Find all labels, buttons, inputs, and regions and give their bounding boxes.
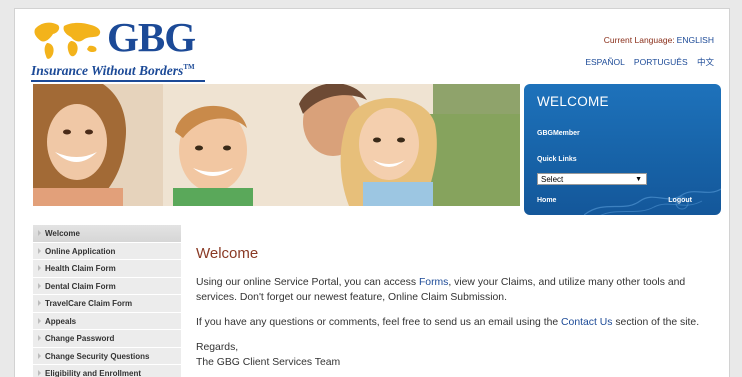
contact-us-link[interactable]: Contact Us (561, 317, 612, 328)
language-link-espanol[interactable]: ESPAÑOL (585, 57, 624, 67)
forms-link[interactable]: Forms (419, 277, 448, 288)
welcome-panel: WELCOME GBGMember Quick Links Select ▼ H… (524, 84, 721, 215)
sidebar-item-welcome[interactable]: Welcome (33, 225, 181, 243)
home-link[interactable]: Home (537, 197, 556, 204)
language-link-portugues[interactable]: PORTUGUÊS (634, 57, 688, 67)
signoff: Regards, The GBG Client Services Team (196, 340, 716, 370)
current-language-label: Current Language: (603, 35, 675, 45)
brand-tagline: Insurance Without BordersTM (31, 63, 205, 82)
language-link-chinese[interactable]: 中文 (697, 57, 714, 67)
page-title: Welcome (196, 245, 259, 262)
sidebar-item-health-claim-form[interactable]: Health Claim Form (33, 260, 181, 278)
regards-text: Regards, (196, 342, 239, 353)
current-language: Current Language: ENGLISH (604, 35, 714, 45)
quick-links-select[interactable]: Select ▼ (537, 173, 647, 185)
signature-text: The GBG Client Services Team (196, 357, 341, 368)
header: GBG Insurance Without BordersTM Current … (15, 9, 729, 85)
sidebar-item-dental-claim-form[interactable]: Dental Claim Form (33, 277, 181, 295)
language-links: ESPAÑOL PORTUGUÊS 中文 (578, 56, 714, 68)
tagline-text: Insurance Without Borders (31, 63, 184, 78)
sidebar-item-change-password[interactable]: Change Password (33, 330, 181, 348)
sidebar-item-online-application[interactable]: Online Application (33, 242, 181, 260)
quick-links-select-value: Select (541, 175, 564, 184)
contact-paragraph: If you have any questions or comments, f… (196, 315, 716, 330)
page-frame: GBG Insurance Without BordersTM Current … (14, 8, 730, 377)
intro-text-start: Using our online Service Portal, you can… (196, 277, 419, 288)
sidebar-nav: Welcome Online Application Health Claim … (33, 225, 181, 377)
contact-text-end: section of the site. (612, 317, 700, 328)
gbg-logo[interactable]: GBG Insurance Without BordersTM (31, 14, 205, 82)
contact-text-start: If you have any questions or comments, f… (196, 317, 562, 328)
sidebar-item-eligibility-enrollment[interactable]: Eligibility and Enrollment (33, 365, 181, 377)
intro-paragraph: Using our online Service Portal, you can… (196, 275, 716, 305)
sidebar-item-travelcare-claim-form[interactable]: TravelCare Claim Form (33, 295, 181, 313)
quick-links-label: Quick Links (537, 156, 577, 163)
sidebar-item-appeals[interactable]: Appeals (33, 312, 181, 330)
trademark-mark: TM (183, 63, 195, 71)
logout-link[interactable]: Logout (668, 197, 692, 204)
hero-family-photo (33, 84, 520, 206)
main-content: Welcome Using our online Service Portal,… (196, 245, 716, 370)
member-username: GBGMember (537, 130, 580, 137)
dropdown-arrow-icon: ▼ (635, 176, 642, 183)
brand-name: GBG (107, 14, 196, 60)
sidebar-item-change-security-questions[interactable]: Change Security Questions (33, 347, 181, 365)
welcome-title: WELCOME (537, 94, 609, 109)
world-map-icon (34, 22, 101, 59)
current-language-value: ENGLISH (676, 35, 714, 45)
